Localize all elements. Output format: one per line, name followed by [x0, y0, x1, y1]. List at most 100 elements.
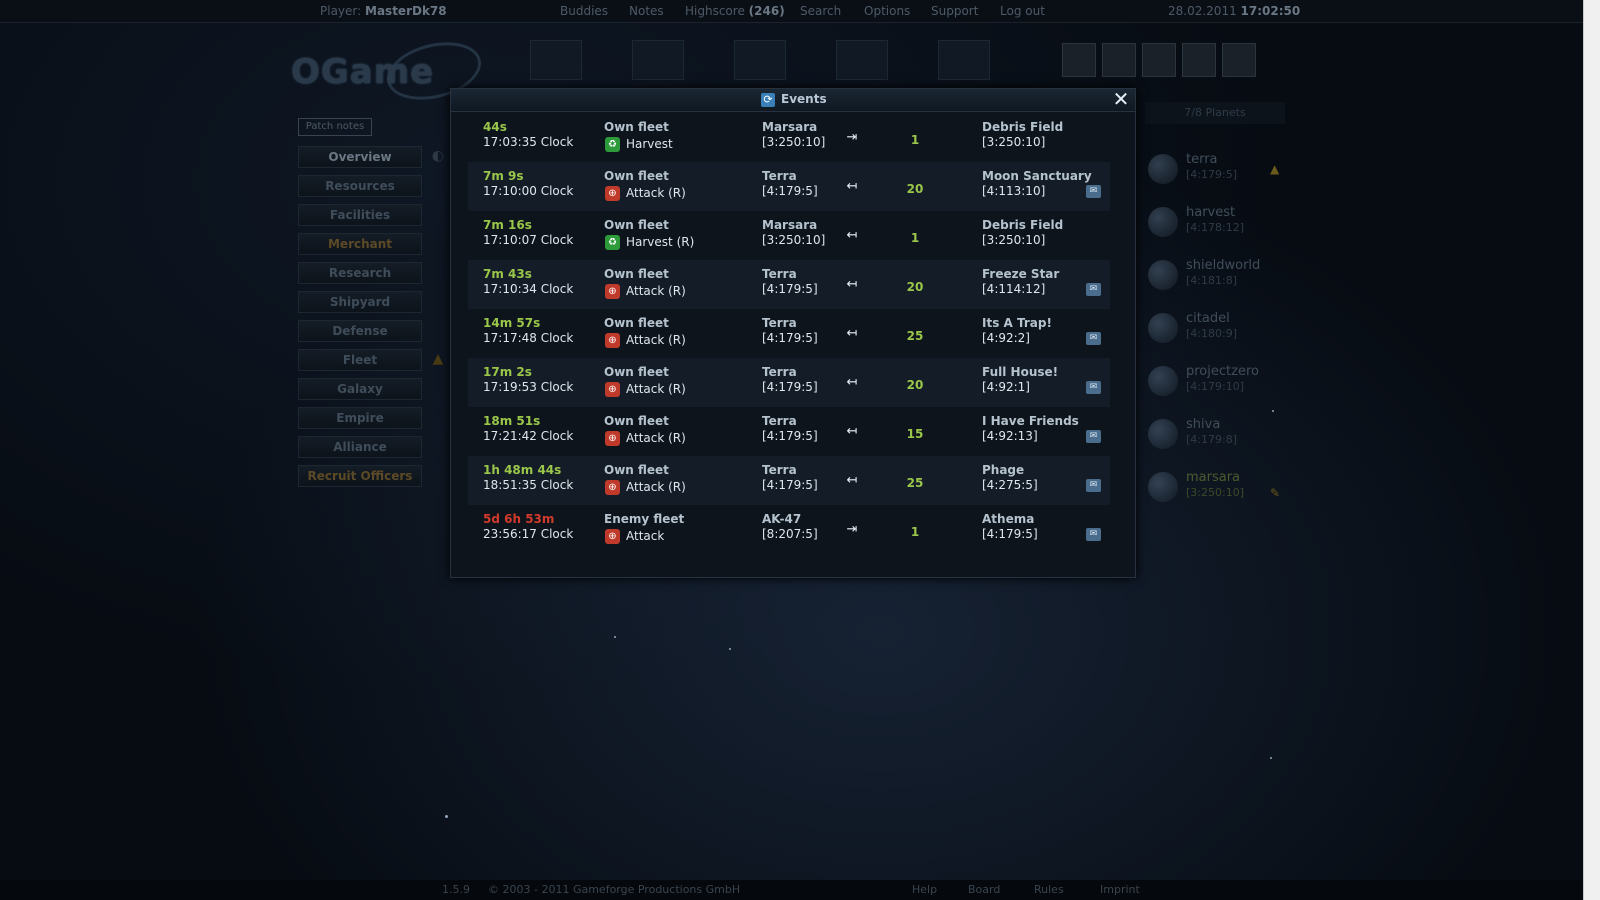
event-ship-count[interactable]: 25 [900, 476, 930, 490]
event-origin-coord[interactable]: [4:179:5] [762, 380, 818, 394]
event-countdown: 17m 2s [483, 365, 532, 379]
event-destination-coord[interactable]: [4:92:2] [982, 331, 1030, 345]
nav-notes[interactable]: Notes [629, 4, 664, 18]
event-origin: Terra [762, 169, 797, 183]
send-message-icon[interactable]: ✉ [1086, 528, 1101, 541]
event-ship-count[interactable]: 20 [900, 182, 930, 196]
officer-geologist-icon[interactable] [1182, 43, 1216, 77]
event-fleet-owner: Own fleet [604, 316, 669, 330]
nav-buddies[interactable]: Buddies [560, 4, 608, 18]
event-ship-count[interactable]: 1 [900, 133, 930, 147]
menu-alliance[interactable]: Alliance [298, 436, 422, 458]
event-ship-count[interactable]: 15 [900, 427, 930, 441]
nav-support[interactable]: Support [931, 4, 978, 18]
menu-resources[interactable]: Resources [298, 175, 422, 197]
event-origin-coord[interactable]: [4:179:5] [762, 282, 818, 296]
menu-shipyard[interactable]: Shipyard [298, 291, 422, 313]
officer-engineer-icon[interactable] [1142, 43, 1176, 77]
energy-resource-icon[interactable] [938, 40, 990, 80]
nav-logout[interactable]: Log out [1000, 4, 1045, 18]
menu-overview[interactable]: Overview [298, 146, 422, 168]
event-destination-coord[interactable]: [3:250:10] [982, 233, 1045, 247]
event-row: 17m 2s 17:19:53 Clock Own fleet ⊕ Attack (R)… [468, 358, 1110, 407]
nav-highscore[interactable]: Highscore (246) [685, 4, 785, 18]
planet-item-shieldworld[interactable]: shieldworld [4:181:8] [1148, 258, 1288, 302]
dark-matter-resource-icon[interactable] [836, 40, 888, 80]
footer-rules-link[interactable]: Rules [1034, 883, 1064, 896]
event-arrival-time: 17:10:00 Clock [483, 184, 574, 198]
event-origin-coord[interactable]: [4:179:5] [762, 429, 818, 443]
officer-commander-icon[interactable] [1062, 43, 1096, 77]
event-origin-coord[interactable]: [4:179:5] [762, 478, 818, 492]
event-ship-count[interactable]: 25 [900, 329, 930, 343]
officer-technocrat-icon[interactable] [1222, 43, 1256, 77]
overview-icon[interactable]: ◐ [430, 146, 446, 166]
menu-facilities[interactable]: Facilities [298, 204, 422, 226]
event-origin-coord[interactable]: [3:250:10] [762, 135, 825, 149]
event-destination: Debris Field [982, 218, 1064, 232]
event-origin-coord[interactable]: [4:179:5] [762, 184, 818, 198]
event-destination: Phage [982, 463, 1025, 477]
close-button[interactable]: ✕ [1111, 89, 1131, 109]
event-row: 44s 17:03:35 Clock Own fleet ♻ Harvest Marsar… [468, 113, 1110, 162]
event-countdown: 14m 57s [483, 316, 541, 330]
planet-coord: [4:178:12] [1186, 221, 1244, 234]
footer-imprint-link[interactable]: Imprint [1100, 883, 1140, 896]
event-destination-coord[interactable]: [4:275:5] [982, 478, 1038, 492]
nav-search[interactable]: Search [800, 4, 841, 18]
patch-notes-link[interactable]: Patch notes [298, 118, 372, 136]
event-origin-coord[interactable]: [4:179:5] [762, 331, 818, 345]
event-destination-coord[interactable]: [4:92:13] [982, 429, 1038, 443]
event-destination: Moon Sanctuary [982, 169, 1092, 183]
return-arrow-icon: ↤ [846, 277, 858, 292]
send-message-icon[interactable]: ✉ [1086, 381, 1101, 394]
event-origin-coord[interactable]: [3:250:10] [762, 233, 825, 247]
menu-research[interactable]: Research [298, 262, 422, 284]
planet-coord: [3:250:10] [1186, 486, 1244, 499]
menu-empire[interactable]: Empire [298, 407, 422, 429]
event-destination-coord[interactable]: [4:114:12] [982, 282, 1045, 296]
metal-resource-icon[interactable] [530, 40, 582, 80]
highscore-rank: (246) [748, 4, 785, 18]
planet-item-marsara[interactable]: marsara [3:250:10] ✎ [1148, 470, 1288, 514]
planet-item-shiva[interactable]: shiva [4:179:8] [1148, 417, 1288, 461]
send-message-icon[interactable]: ✉ [1086, 430, 1101, 443]
deuterium-resource-icon[interactable] [734, 40, 786, 80]
event-ship-count[interactable]: 1 [900, 231, 930, 245]
send-message-icon[interactable]: ✉ [1086, 185, 1101, 198]
menu-merchant[interactable]: Merchant [298, 233, 422, 255]
send-message-icon[interactable]: ✉ [1086, 283, 1101, 296]
menu-galaxy[interactable]: Galaxy [298, 378, 422, 400]
planet-item-projectzero[interactable]: projectzero [4:179:10] [1148, 364, 1288, 408]
planet-item-harvest[interactable]: harvest [4:178:12] [1148, 205, 1288, 249]
window-scrollbar[interactable] [1583, 0, 1600, 900]
send-message-icon[interactable]: ✉ [1086, 332, 1101, 345]
event-origin: Terra [762, 414, 797, 428]
event-destination-coord[interactable]: [4:92:1] [982, 380, 1030, 394]
event-countdown: 7m 9s [483, 169, 524, 183]
footer-board-link[interactable]: Board [968, 883, 1000, 896]
event-ship-count[interactable]: 1 [900, 525, 930, 539]
event-ship-count[interactable]: 20 [900, 378, 930, 392]
menu-defense[interactable]: Defense [298, 320, 422, 342]
crystal-resource-icon[interactable] [632, 40, 684, 80]
planet-name: harvest [1186, 205, 1236, 220]
event-destination-coord[interactable]: [4:113:10] [982, 184, 1045, 198]
send-message-icon[interactable]: ✉ [1086, 479, 1101, 492]
refresh-icon[interactable]: ⟳ [761, 93, 775, 107]
menu-fleet[interactable]: Fleet [298, 349, 422, 371]
event-origin-coord[interactable]: [8:207:5] [762, 527, 818, 541]
planet-item-terra[interactable]: terra [4:179:5] ▲ [1148, 152, 1288, 196]
planet-coord: [4:179:5] [1186, 168, 1237, 181]
event-ship-count[interactable]: 20 [900, 280, 930, 294]
fleet-warning-icon[interactable]: ▲ [430, 349, 446, 369]
event-destination-coord[interactable]: [3:250:10] [982, 135, 1045, 149]
planet-icon [1148, 313, 1178, 343]
planet-item-citadel[interactable]: citadel [4:180:9] [1148, 311, 1288, 355]
footer-help-link[interactable]: Help [912, 883, 937, 896]
event-destination-coord[interactable]: [4:179:5] [982, 527, 1038, 541]
events-title: Events [781, 92, 827, 106]
nav-options[interactable]: Options [864, 4, 910, 18]
officer-admiral-icon[interactable] [1102, 43, 1136, 77]
menu-recruit-officers[interactable]: Recruit Officers [298, 465, 422, 487]
